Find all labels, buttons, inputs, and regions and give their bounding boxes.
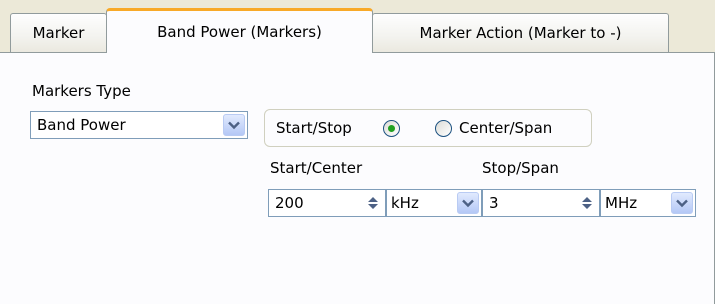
chevron-down-icon[interactable] [457, 192, 479, 214]
start-center-input[interactable]: 200 [268, 189, 386, 217]
center-span-radio[interactable] [435, 120, 452, 137]
stop-span-value: 3 [489, 194, 499, 212]
stop-span-unit: MHz [605, 194, 638, 212]
markers-type-value: Band Power [37, 116, 126, 134]
mode-group: Start/Stop Center/Span [264, 109, 592, 147]
tab-marker-action[interactable]: Marker Action (Marker to -) [372, 13, 669, 52]
start-center-unit: kHz [391, 194, 419, 212]
tab-strip: Marker Marker Action (Marker to -) Band … [0, 0, 715, 53]
tab-marker[interactable]: Marker [10, 13, 107, 52]
tab-marker-label: Marker [32, 24, 85, 42]
stop-span-input[interactable]: 3 [482, 189, 600, 217]
chevron-down-icon[interactable] [223, 114, 245, 136]
tab-band-power-label: Band Power (Markers) [157, 23, 322, 41]
start-center-label: Start/Center [270, 159, 363, 177]
tab-band-power[interactable]: Band Power (Markers) [106, 8, 373, 53]
start-center-value: 200 [275, 194, 304, 212]
radio-selected-icon [388, 125, 395, 132]
stop-span-unit-select[interactable]: MHz [600, 189, 696, 217]
stop-span-label: Stop/Span [482, 159, 559, 177]
start-stop-radio[interactable] [383, 120, 400, 137]
spinner-icon[interactable] [578, 193, 596, 213]
markers-type-label: Markers Type [32, 82, 131, 100]
band-power-panel: Markers Type Band Power Start/Stop Cente… [0, 52, 715, 304]
chevron-down-icon[interactable] [671, 192, 693, 214]
spinner-icon[interactable] [364, 193, 382, 213]
start-center-unit-select[interactable]: kHz [386, 189, 482, 217]
start-stop-label: Start/Stop [276, 119, 352, 137]
tab-marker-action-label: Marker Action (Marker to -) [419, 24, 622, 42]
markers-type-select[interactable]: Band Power [30, 111, 248, 139]
center-span-label: Center/Span [459, 119, 553, 137]
